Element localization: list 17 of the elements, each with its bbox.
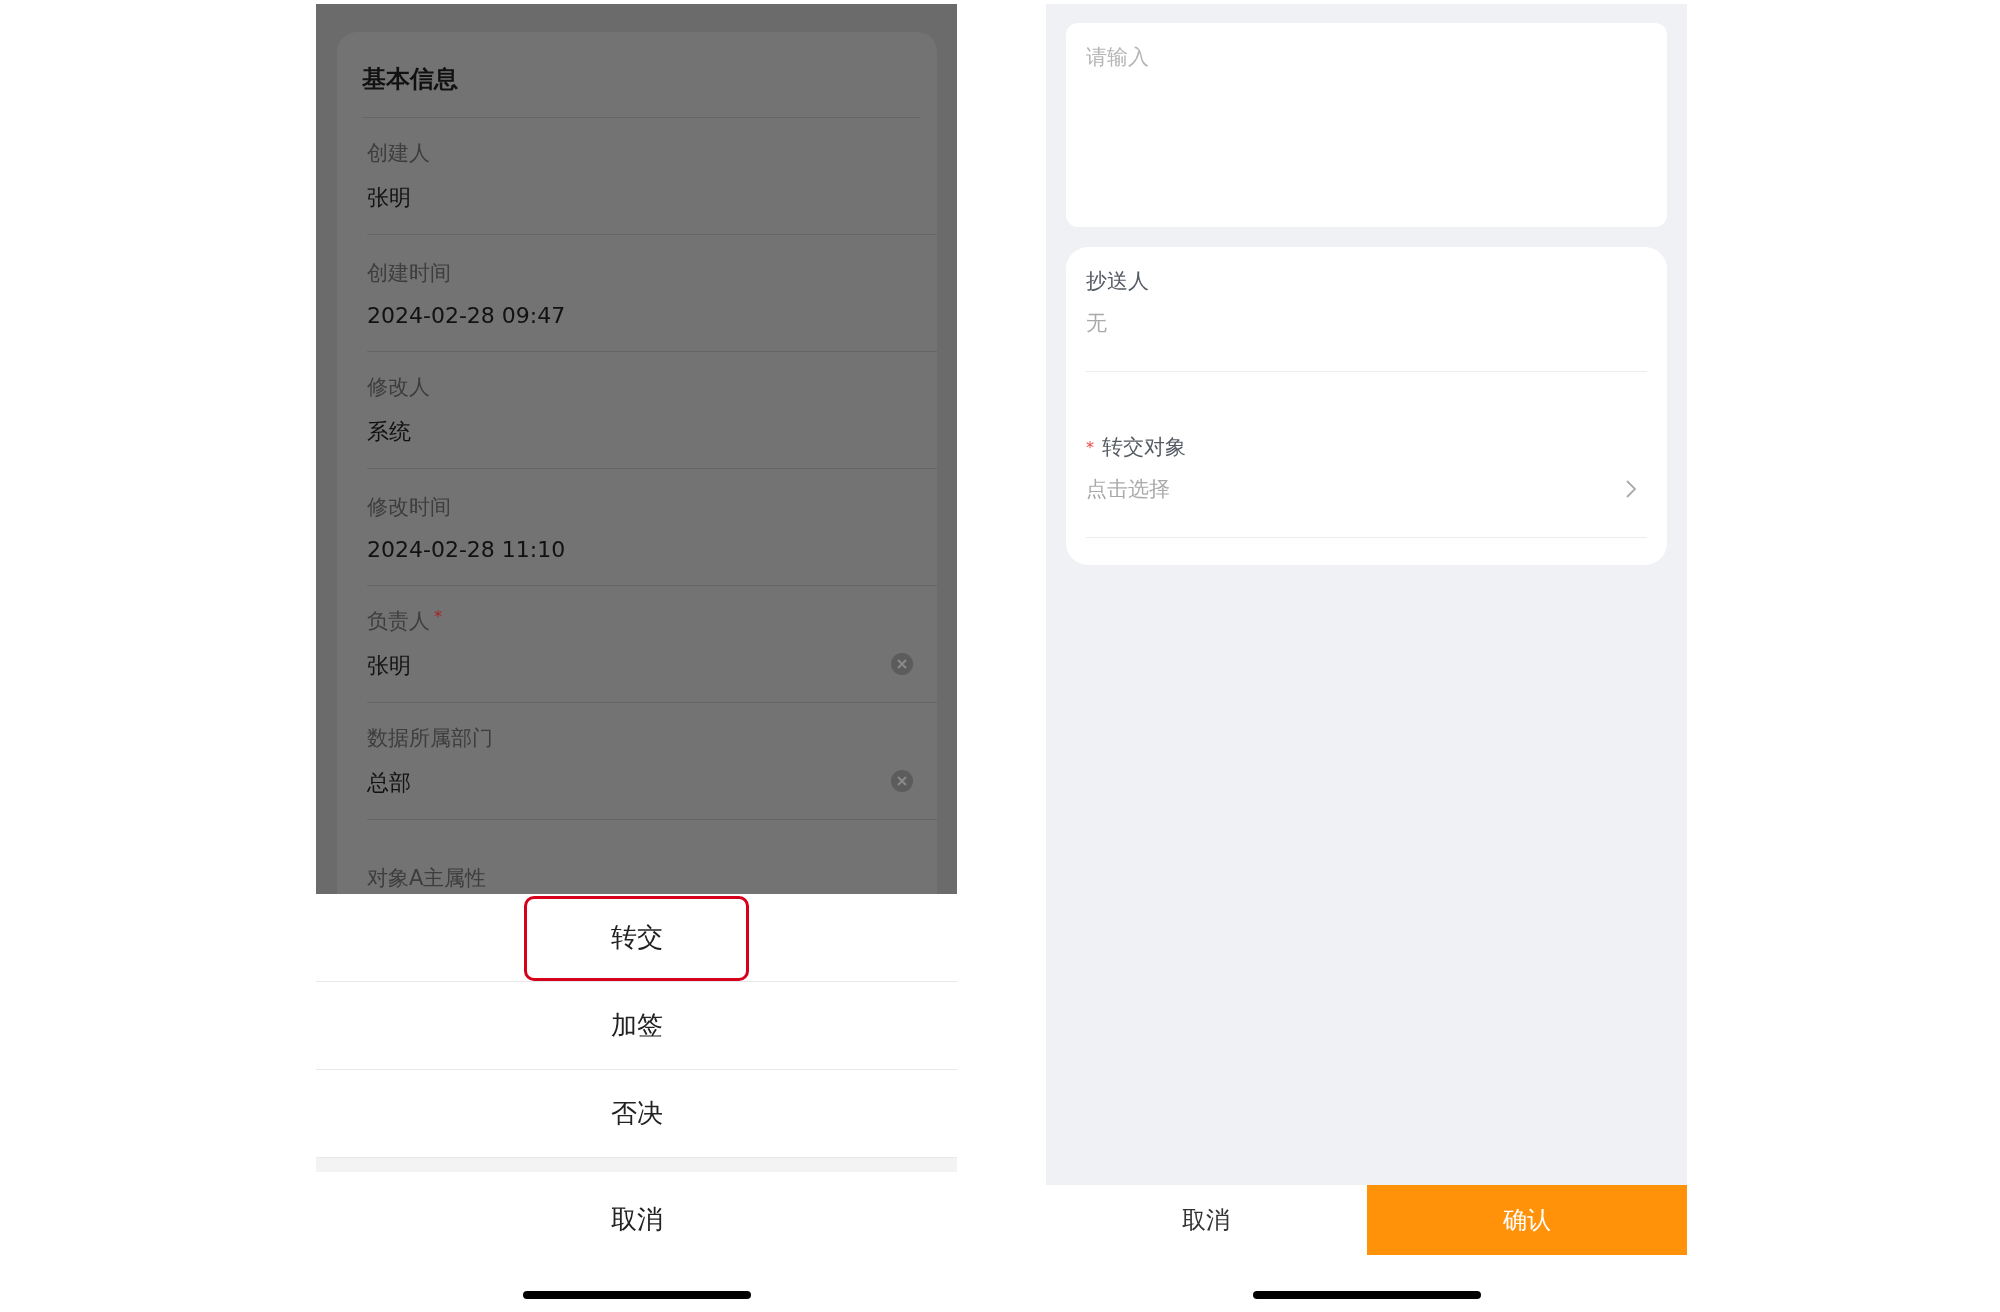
action-item[interactable]: 转交 [316, 894, 957, 982]
field-label: 转交对象 [1102, 434, 1186, 461]
chevron-icon [1625, 479, 1637, 499]
required-mark: * [1086, 437, 1094, 457]
required-mark: * [434, 607, 442, 626]
section-title: 基本信息 [362, 32, 920, 118]
field-value: 无 [1086, 310, 1108, 337]
field-value: 2024-02-28 11:10 [367, 536, 567, 562]
field-value: 张明 [367, 652, 412, 680]
clear-icon[interactable] [891, 653, 913, 675]
clear-icon[interactable] [891, 770, 913, 792]
comment-field[interactable]: 请输入 [1066, 23, 1667, 227]
field-value: 系统 [367, 418, 412, 446]
field-value: 总部 [367, 769, 412, 797]
field-label: 抄送人 [1086, 268, 1149, 295]
field-value: 2024-02-28 09:47 [367, 302, 567, 328]
field-value: 张明 [367, 184, 412, 212]
